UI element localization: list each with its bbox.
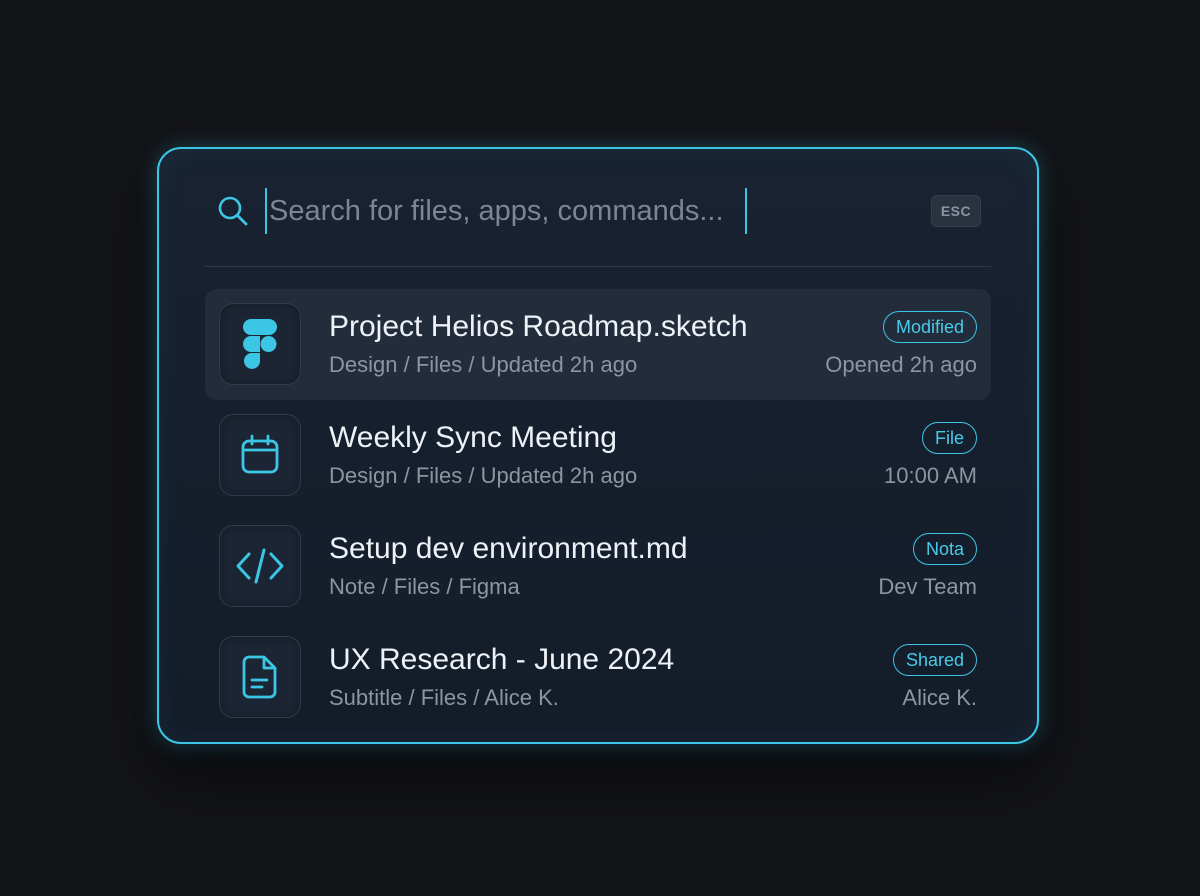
result-subtitle: Design / Files / Updated 2h ago (329, 463, 638, 488)
calendar-icon (219, 414, 301, 496)
search-bar: ESC (203, 185, 985, 237)
result-subtitle: Subtitle / Files / Alice K. (329, 685, 559, 710)
document-icon (219, 636, 301, 718)
result-subtitle: Design / Files / Updated 2h ago (329, 352, 638, 377)
result-meta: Opened 2h ago (825, 352, 977, 377)
result-title: Project Helios Roadmap.sketch (329, 310, 748, 343)
result-meta: Alice K. (902, 685, 977, 710)
result-item-ux-research[interactable]: UX Research - June 2024 Subtitle / Files… (205, 622, 991, 733)
result-subtitle: Note / Files / Figma (329, 574, 520, 599)
divider (205, 266, 991, 267)
result-meta: Dev Team (878, 574, 977, 599)
status-badge: Modified (882, 311, 977, 343)
status-badge: Nota (912, 533, 977, 565)
results-list: Project Helios Roadmap.sketch Design / F… (205, 289, 991, 733)
esc-key-button[interactable]: ESC (931, 195, 981, 227)
result-title: Weekly Sync Meeting (329, 421, 617, 454)
status-badge: File (921, 422, 977, 454)
status-badge: Shared (892, 644, 977, 676)
result-meta: 10:00 AM (884, 463, 977, 488)
result-item-project-helios[interactable]: Project Helios Roadmap.sketch Design / F… (205, 289, 991, 400)
search-icon (215, 193, 251, 229)
figma-icon (219, 303, 301, 385)
screen: ESC Project Helios Roadmap.sketch Design… (0, 0, 1200, 896)
command-palette: ESC Project Helios Roadmap.sketch Design… (157, 147, 1039, 744)
result-title: Setup dev environment.md (329, 532, 688, 565)
result-item-setup-dev[interactable]: Setup dev environment.md Note / Files / … (205, 511, 991, 622)
search-input[interactable] (265, 188, 747, 234)
result-item-weekly-sync[interactable]: Weekly Sync Meeting Design / Files / Upd… (205, 400, 991, 511)
code-icon (219, 525, 301, 607)
result-title: UX Research - June 2024 (329, 643, 675, 676)
